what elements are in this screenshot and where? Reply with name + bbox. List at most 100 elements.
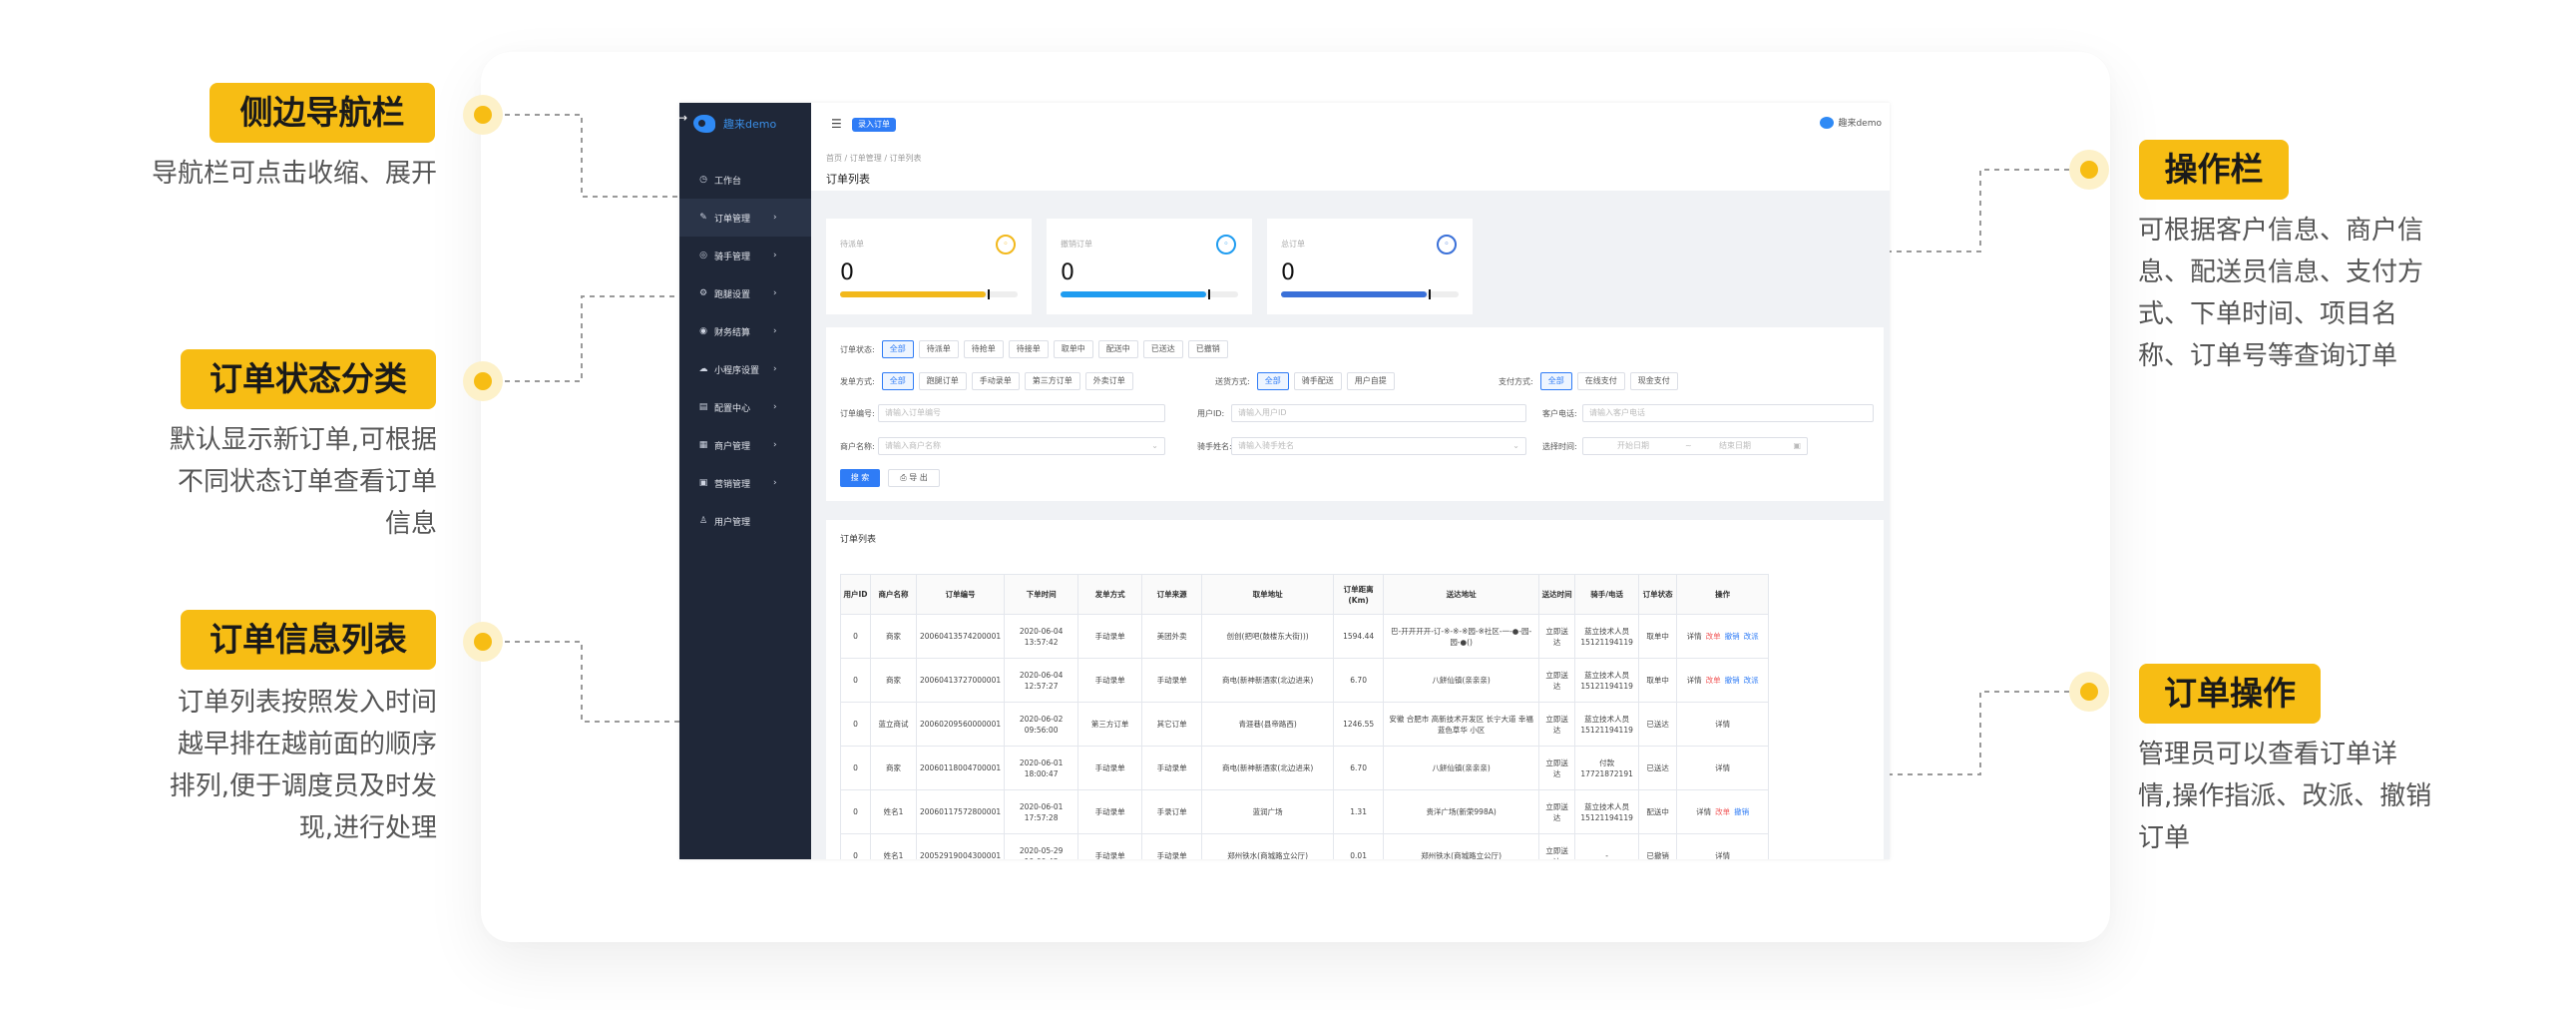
chevron-right-icon: › [773,326,777,336]
phone-label: 客户电话: [1542,409,1577,418]
pay-filter-chip[interactable]: 在线支付 [1576,372,1625,390]
operation-link[interactable]: 详情 [1715,763,1730,772]
merchant-select[interactable]: 请输入商户名称 ⌄ [878,437,1165,455]
clock-icon: ◷ [699,175,707,185]
table-cell: 青涯巷(县帝路西) [1201,702,1335,747]
user-menu[interactable]: 趣来demo [1820,116,1882,129]
user-id-input[interactable]: 请输入用户ID [1231,404,1526,422]
operations-cell: 详情 [1676,746,1770,790]
delivery-filter-chip[interactable]: 全部 [1256,372,1289,390]
operation-link[interactable]: 详情 [1696,807,1711,816]
table-cell: 蓝立技术人员 15121194119 [1574,658,1640,703]
sidebar-item-label: 财务结算 [714,327,751,338]
operation-link[interactable]: 撤销 [1734,807,1749,816]
marketing-icon: ▣ [698,478,708,488]
user-icon: ♙ [698,516,708,526]
status-filter-chip[interactable]: 取单中 [1053,340,1093,358]
annotation-toolbar-line: 称、订单号等查询订单 [2138,341,2398,371]
table-cell: 创创(把吧(鼓楼东大街))) [1201,614,1335,659]
table-cell: 巴-开开开开-订-※-※-※园-※社区-一-●-园-园-●() [1383,614,1540,659]
table-cell: 其它订单 [1141,702,1203,747]
operation-link[interactable]: 详情 [1687,632,1702,641]
table-header-cell: 取单地址 [1201,574,1335,615]
app-logo[interactable]: 趣来demo [693,115,776,133]
sidebar-item[interactable]: ✎ 订单管理 › [679,199,811,237]
sidebar-item[interactable]: ◷ 工作台 [679,161,811,199]
calendar-icon: ▣ [1793,441,1801,450]
operation-link[interactable]: 详情 [1715,851,1730,859]
time-label: 选择时间: [1542,442,1577,451]
operation-link[interactable]: 改单 [1706,676,1721,685]
status-filter-chip[interactable]: 待派单 [918,340,959,358]
sidebar-item[interactable]: ☁ 小程序设置 › [679,350,811,388]
send-filter-chip[interactable]: 全部 [881,372,914,390]
sidebar-item[interactable]: ▣ 营销管理 › [679,464,811,502]
send-filter-chip[interactable]: 外卖订单 [1084,372,1133,390]
rider-select[interactable]: 请输入骑手姓名 ⌄ [1231,437,1526,455]
table-cell: 美团外卖 [1141,614,1203,659]
phone-input[interactable]: 请输入客户电话 [1582,404,1874,422]
order-no-input[interactable]: 请输入订单编号 [878,404,1165,422]
annotation-list-line: 现,进行处理 [298,813,437,843]
operation-link[interactable]: 改单 [1706,632,1721,641]
search-button[interactable]: 搜 索 [840,469,880,487]
status-filter-chip[interactable]: 已送达 [1142,340,1183,358]
sidebar-item[interactable]: ⚙ 跑腿设置 › [679,274,811,312]
pay-filter-chip[interactable]: 现金支付 [1629,372,1678,390]
table-cell: 已撤销 [1638,833,1678,859]
stat-card: 撤销订单 0 ◦ [1047,219,1252,314]
menu-toggle-icon[interactable]: ☰ [831,117,842,131]
sidebar-item[interactable]: ◉ 财务结算 › [679,312,811,350]
table-cell: 立即送达 [1538,789,1576,834]
table-cell: 20060118004700001 [915,746,1006,790]
operation-link[interactable]: 改派 [1744,632,1759,641]
sidebar-item[interactable]: ▤ 配置中心 › [679,388,811,426]
stat-card: 总订单 0 ◦ [1267,219,1473,314]
delivery-filter-chip[interactable]: 用户自提 [1346,372,1395,390]
table-cell: 第三方订单 [1077,702,1143,747]
annotation-toolbar-line: 息、配送员信息、支付方 [2138,257,2424,287]
create-order-button[interactable]: 录入订单 [852,118,896,132]
sidebar-item-label: 用户管理 [714,517,751,528]
status-filter-chip[interactable]: 全部 [881,340,914,358]
table-cell: 2006041357420000​1 [915,614,1006,659]
export-button[interactable]: ⎙ 导 出 [888,469,940,487]
main-area: ☰ 录入订单 趣来demo 首页 / 订单管理 / 订单列表 订单列表 待派单 0… [811,103,1890,859]
operation-link[interactable]: 撤销 [1725,632,1740,641]
stat-progress-fill [1281,291,1427,297]
operation-link[interactable]: 改派 [1744,676,1759,685]
operation-link[interactable]: 详情 [1715,720,1730,729]
chevron-right-icon: › [773,213,777,223]
status-filter-chip[interactable]: 已撤销 [1187,340,1228,358]
status-filter-chip[interactable]: 待接单 [1008,340,1049,358]
status-filter-chip[interactable]: 待抢单 [963,340,1004,358]
page-title: 订单列表 [826,173,870,186]
table-cell: 0 [840,702,871,747]
send-filter-chip[interactable]: 手动录单 [971,372,1020,390]
annotation-toolbar-line: 可根据客户信息、商户信 [2138,216,2424,246]
topbar: ☰ 录入订单 趣来demo [811,103,1890,147]
table-cell: 立即送达 [1538,614,1576,659]
send-filter-chip[interactable]: 跑腿订单 [918,372,967,390]
operation-link[interactable]: 撤销 [1725,676,1740,685]
table-row: 0 姓名1 20060117572800001 2020-06-01 17:57:28… [840,789,1770,834]
table-cell: 蓝立商试 [870,702,917,747]
collapse-arrow-icon[interactable]: → [679,111,687,125]
sidebar-item[interactable]: ♙ 用户管理 [679,502,811,540]
send-filter-chip[interactable]: 第三方订单 [1024,372,1080,390]
operation-link[interactable]: 改单 [1715,807,1730,816]
table-cell: 0 [840,658,871,703]
sidebar-item[interactable]: ▦ 商户管理 › [679,426,811,464]
delivery-filter-chip[interactable]: 骑手配送 [1293,372,1342,390]
pay-filter-chip[interactable]: 全部 [1539,372,1572,390]
table-cell: 20060209560000001 [915,702,1006,747]
avatar [1820,116,1835,129]
table-cell: 取单中 [1638,614,1678,659]
export-icon: ⎙ [900,473,910,482]
table-cell: 6.70 [1333,746,1385,790]
sidebar-item[interactable]: ◎ 骑手管理 › [679,237,811,274]
status-filter-chip[interactable]: 配送中 [1097,340,1138,358]
date-range-picker[interactable]: 开始日期 ~ 结束日期 ▣ [1582,437,1808,455]
annotation-status-dot [463,361,503,401]
operation-link[interactable]: 详情 [1687,676,1702,685]
